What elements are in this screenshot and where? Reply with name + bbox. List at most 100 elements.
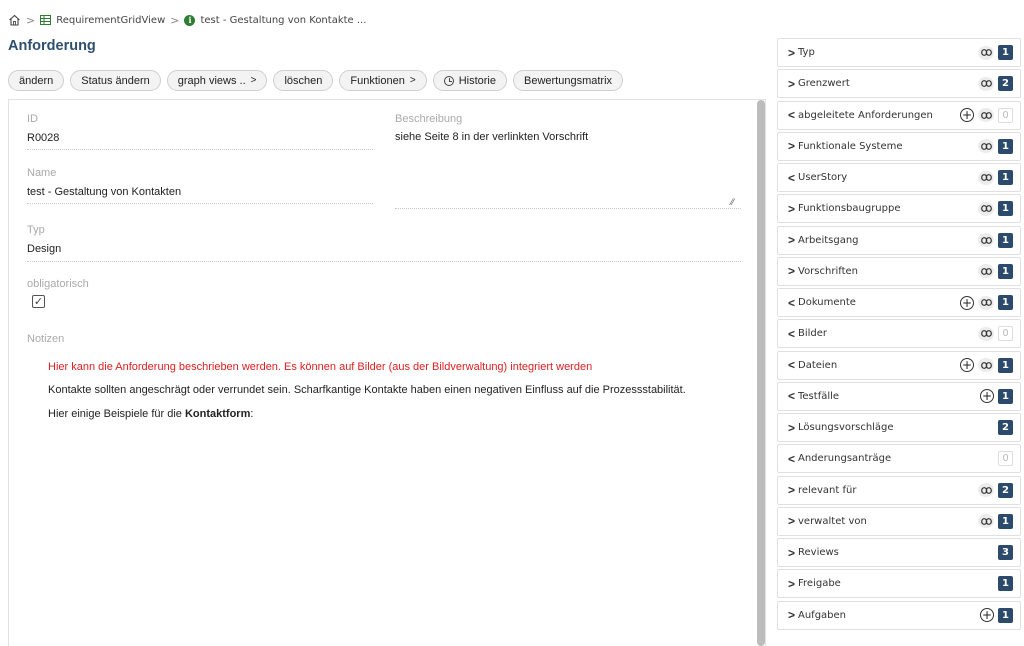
chevron-right-icon[interactable]: > (788, 546, 798, 560)
link-icon[interactable] (978, 108, 994, 122)
relation-label: Dateien (798, 359, 838, 371)
evaluation-matrix-button[interactable]: Bewertungsmatrix (512, 70, 624, 91)
relation-actions: +1 (960, 357, 1013, 373)
relation-row-reviews[interactable]: > Reviews 3 (777, 538, 1021, 567)
link-icon[interactable] (978, 45, 994, 60)
chevron-right-icon[interactable]: > (788, 202, 798, 216)
note-bold-text: Kontaktform (184, 408, 251, 420)
chevron-left-icon[interactable]: < (788, 452, 798, 466)
link-icon[interactable] (978, 514, 994, 529)
relation-label: relevant für (798, 484, 857, 496)
relation-label: Freigabe (798, 578, 841, 590)
add-icon[interactable]: + (980, 389, 994, 404)
description-underline (395, 208, 741, 209)
check-icon: ✓ (33, 296, 44, 308)
note-text: : (250, 408, 254, 420)
history-button[interactable]: Historie (432, 70, 507, 91)
link-icon[interactable] (978, 76, 994, 91)
relation-row-verwaltet-von[interactable]: > verwaltet von 1 (777, 506, 1021, 536)
relation-row-änderungsanträge[interactable]: < Änderungsanträge 0 (777, 444, 1021, 474)
relation-actions: 0 (998, 451, 1013, 467)
scrollbar[interactable] (757, 100, 765, 646)
relations-panel: > Typ 1 > Grenzwert 2 < abgeleitete Anforderung… (777, 38, 1021, 632)
id-underline (27, 149, 373, 150)
relation-row-vorschriften[interactable]: > Vorschriften 1 (777, 256, 1021, 286)
relation-row-funktionsbaugruppe[interactable]: > Funktionsbaugruppe 1 (777, 194, 1021, 224)
name-underline (27, 203, 373, 204)
chevron-right-icon[interactable]: > (788, 46, 798, 60)
relation-row-aufgaben[interactable]: > Aufgaben +1 (777, 600, 1021, 630)
chevron-left-icon[interactable]: < (788, 108, 798, 122)
chevron-right-icon[interactable]: > (788, 421, 798, 435)
chevron-left-icon[interactable]: < (788, 327, 798, 341)
relation-row-relevant-für[interactable]: > relevant für 2 (777, 475, 1021, 505)
chevron-right-icon[interactable]: > (788, 264, 798, 278)
chevron-left-icon[interactable]: < (788, 389, 798, 403)
chevron-right-icon[interactable]: > (788, 514, 798, 528)
graph-views-button[interactable]: graph views .. > (166, 70, 268, 91)
relation-label: abgeleitete Anforderungen (798, 109, 933, 121)
relation-label: Reviews (798, 547, 839, 558)
link-icon[interactable] (978, 264, 994, 279)
add-icon[interactable]: + (980, 608, 994, 622)
functions-button-label: Funktionen (350, 74, 405, 87)
history-button-label: Historie (458, 74, 496, 87)
chevron-right-icon: > (250, 75, 257, 86)
relation-actions: 2 (978, 482, 1013, 498)
relation-row-grenzwert[interactable]: > Grenzwert 2 (777, 69, 1021, 99)
chevron-right-icon[interactable]: > (788, 483, 798, 497)
mandatory-checkbox[interactable]: ✓ (32, 295, 45, 308)
note-line: Hier einige Beispiele für die Kontaktfor… (48, 408, 253, 420)
chevron-right-icon[interactable]: > (788, 77, 798, 91)
relation-row-freigabe[interactable]: > Freigabe 1 (777, 569, 1021, 599)
relation-row-typ[interactable]: > Typ 1 (777, 38, 1021, 67)
add-icon[interactable]: + (960, 108, 974, 122)
link-icon[interactable] (978, 139, 994, 154)
evaluation-matrix-button-label: Bewertungsmatrix (523, 74, 613, 87)
relation-row-abgeleitete-anforderungen[interactable]: < abgeleitete Anforderungen +0 (777, 100, 1021, 130)
relation-row-lösungsvorschläge[interactable]: > Lösungsvorschläge 2 (777, 413, 1021, 442)
link-icon[interactable] (978, 233, 994, 247)
count-badge: 1 (998, 232, 1013, 248)
relation-row-funktionale-systeme[interactable]: > Funktionale Systeme 1 (777, 131, 1021, 161)
breadcrumb-item-grid-view[interactable]: RequirementGridView (56, 15, 165, 26)
relation-row-dokumente[interactable]: < Dokumente +1 (777, 288, 1021, 317)
add-icon[interactable]: + (960, 295, 974, 310)
link-icon[interactable] (978, 170, 994, 185)
edit-button[interactable]: ändern (8, 70, 65, 91)
chevron-left-icon[interactable]: < (788, 296, 798, 310)
chevron-right-icon[interactable]: > (788, 233, 798, 247)
relation-row-userstory[interactable]: < UserStory 1 (777, 163, 1021, 192)
chevron-left-icon[interactable]: < (788, 358, 798, 372)
count-badge: 1 (998, 295, 1013, 310)
add-icon[interactable]: + (960, 358, 974, 372)
home-icon[interactable] (8, 14, 21, 26)
relation-actions: 1 (978, 263, 1013, 279)
functions-button[interactable]: Funktionen > (339, 70, 427, 91)
link-icon[interactable] (978, 295, 994, 310)
relation-row-testfälle[interactable]: < Testfälle +1 (777, 381, 1021, 411)
resize-handle-icon[interactable]: ⁄⁄ (731, 197, 734, 207)
delete-button[interactable]: löschen (273, 70, 334, 91)
link-icon[interactable] (978, 483, 994, 497)
relation-actions: 1 (978, 170, 1013, 185)
description-field[interactable]: siehe Seite 8 in der verlinkten Vorschri… (395, 131, 588, 143)
chevron-right-icon[interactable]: > (788, 139, 798, 153)
type-underline (27, 261, 741, 262)
relation-actions: 2 (998, 420, 1013, 435)
count-badge: 1 (998, 576, 1013, 592)
relation-actions: 0 (978, 326, 1013, 342)
breadcrumb-separator: > (26, 13, 36, 27)
link-icon[interactable] (978, 358, 994, 372)
relation-row-dateien[interactable]: < Dateien +1 (777, 350, 1021, 380)
change-status-button[interactable]: Status ändern (70, 70, 161, 91)
toolbar: ändern Status ändern graph views .. > lös… (8, 70, 624, 91)
chevron-right-icon[interactable]: > (788, 608, 798, 622)
count-badge: 1 (998, 357, 1013, 373)
relation-row-bilder[interactable]: < Bilder 0 (777, 319, 1021, 349)
chevron-left-icon[interactable]: < (788, 171, 798, 185)
relation-row-arbeitsgang[interactable]: > Arbeitsgang 1 (777, 225, 1021, 255)
chevron-right-icon[interactable]: > (788, 577, 798, 591)
link-icon[interactable] (978, 201, 994, 216)
link-icon[interactable] (978, 326, 994, 341)
